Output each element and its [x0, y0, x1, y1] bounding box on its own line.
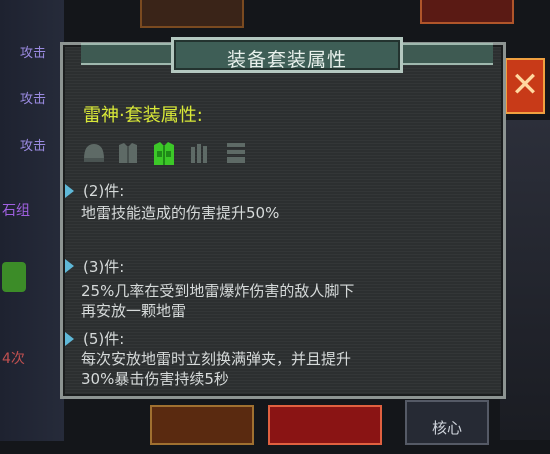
bonus-piece-count: (3)件: — [83, 258, 125, 276]
armor-icon — [115, 139, 141, 167]
top-equipment-frame — [140, 0, 244, 28]
vest-icon — [151, 139, 177, 167]
popup-title: 装备套装属性 — [226, 49, 347, 71]
left-label: 4次 — [2, 351, 25, 367]
helmet-icon — [81, 139, 107, 167]
bullet-arrow-icon — [65, 184, 74, 198]
set-bonus-popup: 装备套装属性 雷神·套装属性: (2)件: 地雷技能造成的伤害提升50% (3)… — [60, 37, 506, 399]
left-label: 攻击 — [20, 139, 47, 154]
bonus-line: 25%几率在受到地雷爆炸伤害的敌人脚下 — [81, 282, 355, 300]
popup-title-bar: 装备套装属性 — [81, 37, 493, 73]
right-panel — [500, 120, 550, 440]
top-equipment-frame — [420, 0, 514, 24]
bonus-line: 再安放一颗地雷 — [81, 302, 187, 320]
bonus-description: 每次安放地雷时立刻换满弹夹，并且提升 30%暴击伤害持续5秒 — [81, 349, 501, 389]
equipment-slot-icon[interactable] — [2, 262, 26, 292]
close-button[interactable]: ✕ — [505, 58, 545, 114]
bottom-slot[interactable] — [150, 405, 254, 445]
gloves-icon — [187, 139, 213, 167]
bonus-line: 地雷技能造成的伤害提升50% — [81, 204, 280, 222]
title-wing-right — [397, 43, 493, 65]
bottom-slot[interactable] — [268, 405, 382, 445]
bonus-piece-count: (2)件: — [83, 182, 125, 200]
bonus-description: 地雷技能造成的伤害提升50% — [81, 203, 501, 223]
left-label: 攻击 — [20, 92, 47, 107]
left-label: 石组 — [2, 203, 30, 219]
bonus-piece-count: (5)件: — [83, 330, 125, 348]
bonus-description: 25%几率在受到地雷爆炸伤害的敌人脚下 再安放一颗地雷 — [81, 281, 501, 321]
bonus-line: 30%暴击伤害持续5秒 — [81, 370, 229, 388]
bullet-arrow-icon — [65, 259, 74, 273]
core-button[interactable]: 核心 — [405, 400, 489, 445]
set-name: 雷神·套装属性: — [83, 105, 203, 126]
bullet-arrow-icon — [65, 332, 74, 346]
left-label: 攻击 — [20, 46, 47, 61]
title-box: 装备套装属性 — [171, 37, 403, 73]
bonus-line: 每次安放地雷时立刻换满弹夹，并且提升 — [81, 350, 352, 368]
left-sidebar — [0, 0, 64, 441]
boots-icon — [223, 139, 249, 167]
title-wing-left — [81, 43, 177, 65]
